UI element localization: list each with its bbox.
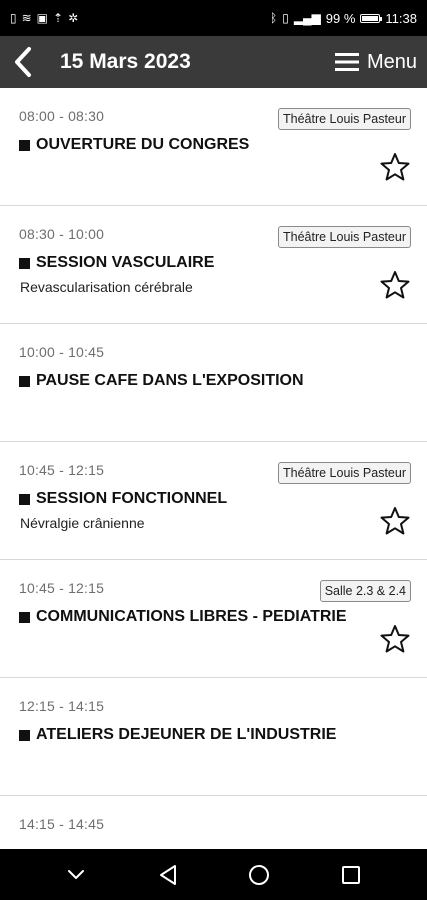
star-outline-icon[interactable] bbox=[380, 152, 410, 182]
session-time: 10:00 - 10:45 bbox=[19, 344, 105, 360]
bullet-square-icon bbox=[19, 493, 30, 505]
chevron-left-icon bbox=[15, 47, 31, 77]
session-subtitle: Revascularisation cérébrale bbox=[20, 279, 193, 295]
session-location: Théâtre Louis Pasteur bbox=[278, 108, 411, 130]
battery-percent: 99 % bbox=[325, 10, 356, 26]
battery-icon bbox=[360, 13, 383, 23]
page-title: 15 Mars 2023 bbox=[60, 50, 191, 73]
session-item[interactable]: 08:00 - 08:30 Théâtre Louis Pasteur OUVE… bbox=[0, 88, 427, 206]
session-title: ATELIERS DEJEUNER DE L'INDUSTRIE bbox=[36, 726, 337, 743]
triangle-back-icon bbox=[159, 864, 176, 885]
star-outline-icon[interactable] bbox=[380, 506, 410, 536]
session-subtitle: Névralgie crânienne bbox=[20, 515, 145, 531]
usb-icon: ⇡ bbox=[53, 11, 64, 25]
system-indicators: ᛒ ▯ ▂▄▆ 99 % 11:38 bbox=[270, 11, 417, 26]
bullet-square-icon bbox=[19, 257, 30, 269]
session-item[interactable]: 12:15 - 14:15 ATELIERS DEJEUNER DE L'IND… bbox=[0, 678, 427, 796]
session-title: COMMUNICATIONS LIBRES - PEDIATRIE bbox=[36, 608, 347, 625]
system-nav-bar bbox=[0, 849, 427, 900]
bullet-square-icon bbox=[19, 729, 30, 741]
session-title: OUVERTURE DU CONGRES bbox=[36, 136, 250, 153]
star-outline-icon[interactable] bbox=[380, 624, 410, 654]
bullet-square-icon bbox=[19, 375, 30, 387]
star-outline-icon[interactable] bbox=[380, 270, 410, 300]
session-location: Théâtre Louis Pasteur bbox=[278, 462, 411, 484]
session-title: SESSION FONCTIONNEL bbox=[36, 490, 228, 507]
sim-icon: ▯ bbox=[10, 11, 17, 25]
battery-fill bbox=[362, 15, 379, 21]
session-location: Salle 2.3 & 2.4 bbox=[319, 580, 411, 602]
app-bar: 15 Mars 2023 Menu bbox=[0, 36, 427, 88]
status-bar: ▯ ≋ ▣ ⇡ ✲ ᛒ ▯ ▂▄▆ 99 % 11:38 bbox=[0, 0, 427, 36]
menu-label: Menu bbox=[366, 50, 417, 73]
circle-home-icon bbox=[249, 864, 270, 885]
session-item[interactable]: 10:45 - 12:15 Théâtre Louis Pasteur SESS… bbox=[0, 442, 427, 560]
session-item[interactable]: 10:45 - 12:15 Salle 2.3 & 2.4 COMMUNICAT… bbox=[0, 560, 427, 678]
notification-icons: ▯ ≋ ▣ ⇡ ✲ bbox=[10, 12, 78, 24]
session-list[interactable]: 08:00 - 08:30 Théâtre Louis Pasteur OUVE… bbox=[0, 88, 427, 849]
hide-nav-button[interactable] bbox=[56, 855, 96, 895]
chevron-down-icon bbox=[67, 869, 84, 879]
clock: 11:38 bbox=[385, 10, 417, 26]
session-time: 12:15 - 14:15 bbox=[19, 698, 105, 714]
vibrate-icon: ▯ bbox=[282, 11, 289, 25]
bluetooth-icon: ᛒ bbox=[270, 11, 278, 25]
session-item[interactable]: 10:00 - 10:45 PAUSE CAFE DANS L'EXPOSITI… bbox=[0, 324, 427, 442]
back-button[interactable] bbox=[0, 36, 46, 88]
nav-back-button[interactable] bbox=[148, 855, 188, 895]
wifi-icon: ≋ bbox=[21, 11, 32, 25]
menu-button[interactable]: Menu bbox=[334, 50, 417, 74]
session-item[interactable]: 08:30 - 10:00 Théâtre Louis Pasteur SESS… bbox=[0, 206, 427, 324]
bullet-square-icon bbox=[19, 611, 30, 623]
session-location: Théâtre Louis Pasteur bbox=[278, 226, 411, 248]
hamburger-icon bbox=[334, 53, 359, 71]
session-title: PAUSE CAFE DANS L'EXPOSITION bbox=[36, 372, 304, 389]
nav-recents-button[interactable] bbox=[331, 855, 371, 895]
image-icon: ▣ bbox=[36, 11, 49, 25]
signal-icon: ▂▄▆ bbox=[293, 11, 321, 25]
settings-icon: ✲ bbox=[68, 11, 79, 25]
nav-home-button[interactable] bbox=[239, 855, 279, 895]
session-title: SESSION VASCULAIRE bbox=[36, 254, 215, 271]
session-item[interactable]: 14:15 - 14:45 bbox=[0, 796, 427, 849]
session-time: 14:15 - 14:45 bbox=[19, 816, 105, 832]
bullet-square-icon bbox=[19, 139, 30, 151]
square-recents-icon bbox=[342, 865, 361, 884]
